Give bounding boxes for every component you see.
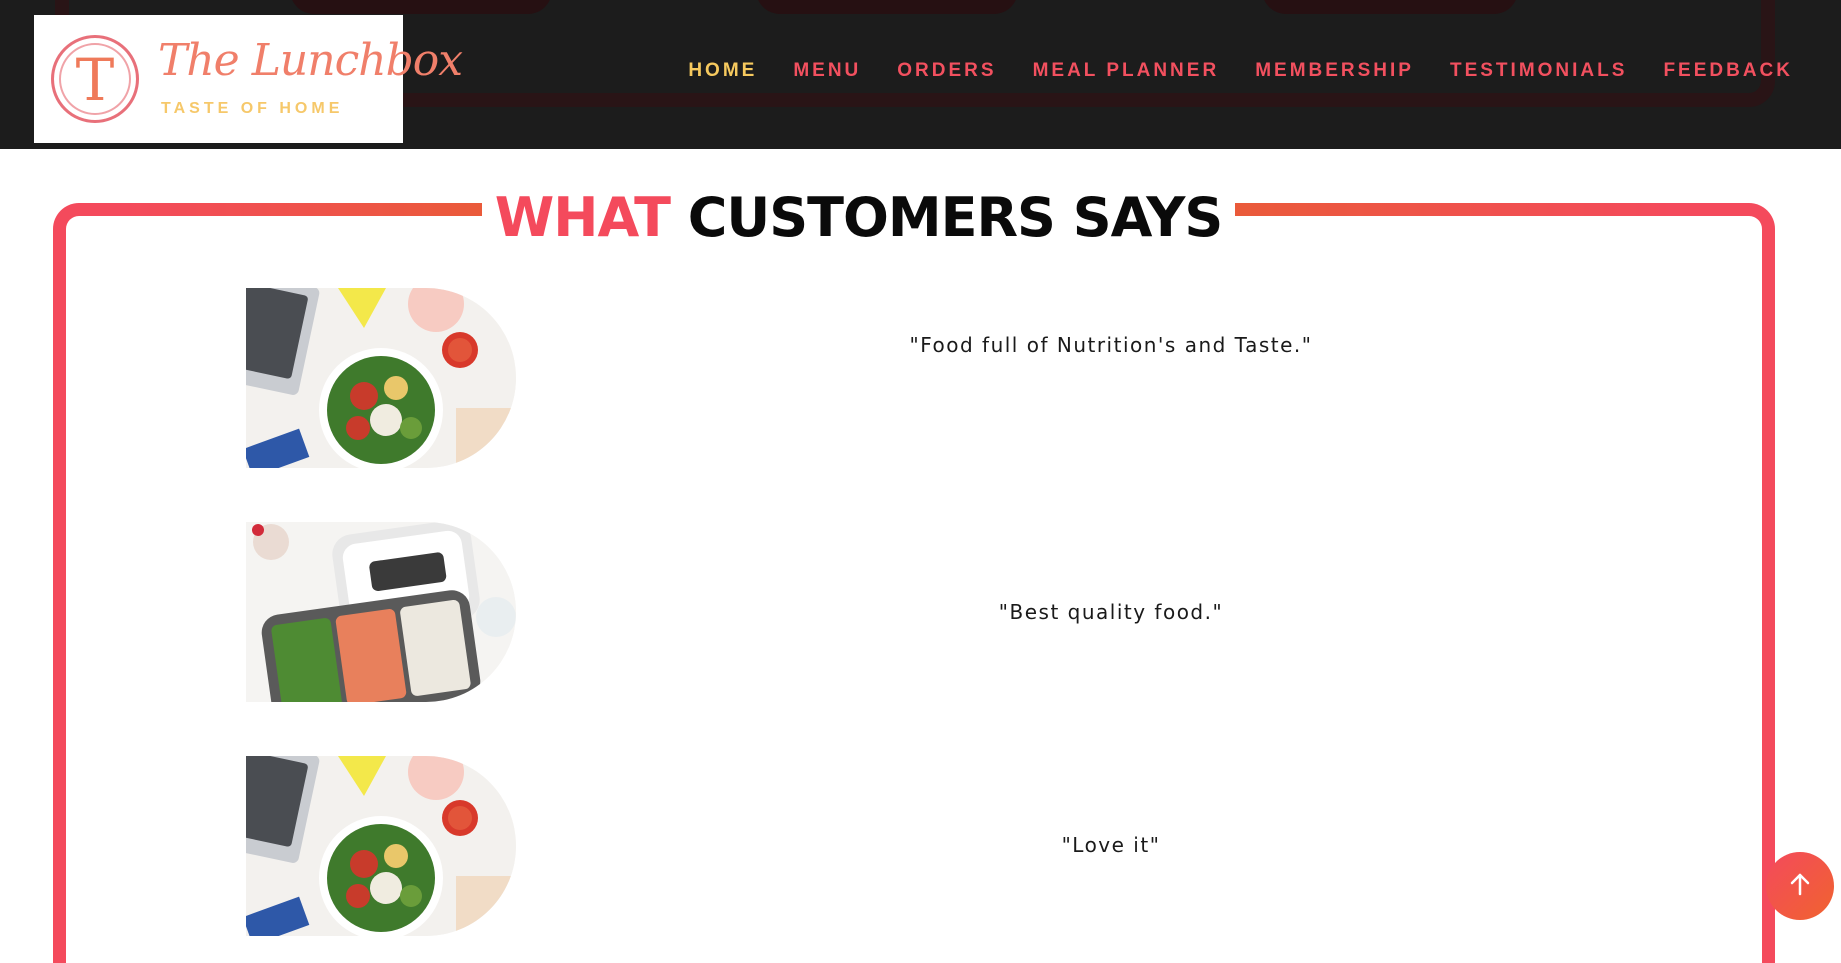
nav-item-feedback[interactable]: FEEDBACK	[1663, 60, 1793, 82]
scroll-to-top-button[interactable]	[1766, 852, 1834, 920]
background-decoration	[290, 0, 552, 14]
brand-name: The Lunchbox	[158, 35, 463, 86]
logo-letter: T	[75, 46, 115, 114]
background-decoration	[1262, 0, 1518, 14]
arrow-up-icon	[1786, 870, 1814, 902]
testimonial-quote: "Best quality food."	[998, 600, 1224, 624]
section-title-rest: CUSTOMERS SAYS	[687, 186, 1224, 249]
salad-bowl-image	[246, 756, 516, 936]
nav-item-orders[interactable]: ORDERS	[897, 60, 996, 82]
nav-item-home[interactable]: HOME	[688, 60, 757, 82]
testimonial-quote: "Love it"	[1061, 833, 1161, 857]
lunchbox-image	[246, 522, 516, 702]
testimonial-card: "Best quality food."	[246, 522, 1446, 702]
testimonial-card: "Food full of Nutrition's and Taste."	[246, 288, 1446, 468]
logo-emblem: T	[51, 35, 139, 123]
testimonial-quote: "Food full of Nutrition's and Taste."	[909, 333, 1313, 357]
section-title-accent: WHAT	[494, 186, 671, 249]
logo[interactable]: T The Lunchbox TASTE OF HOME	[34, 15, 463, 143]
site-header: T The Lunchbox TASTE OF HOME HOME MENU O…	[0, 0, 1841, 149]
main-nav: HOME MENU ORDERS MEAL PLANNER MEMBERSHIP…	[652, 60, 1793, 82]
nav-item-meal-planner[interactable]: MEAL PLANNER	[1033, 60, 1220, 82]
section-title: WHAT CUSTOMERS SAYS	[482, 186, 1235, 249]
nav-item-menu[interactable]: MENU	[793, 60, 861, 82]
testimonial-card: "Love it"	[246, 756, 1446, 936]
nav-item-testimonials[interactable]: TESTIMONIALS	[1450, 60, 1627, 82]
title-divider-right	[1235, 203, 1675, 216]
background-decoration	[756, 0, 1018, 14]
nav-item-membership[interactable]: MEMBERSHIP	[1255, 60, 1414, 82]
salad-bowl-image	[246, 288, 516, 468]
title-divider-left	[120, 203, 482, 216]
brand-tagline: TASTE OF HOME	[161, 100, 344, 117]
